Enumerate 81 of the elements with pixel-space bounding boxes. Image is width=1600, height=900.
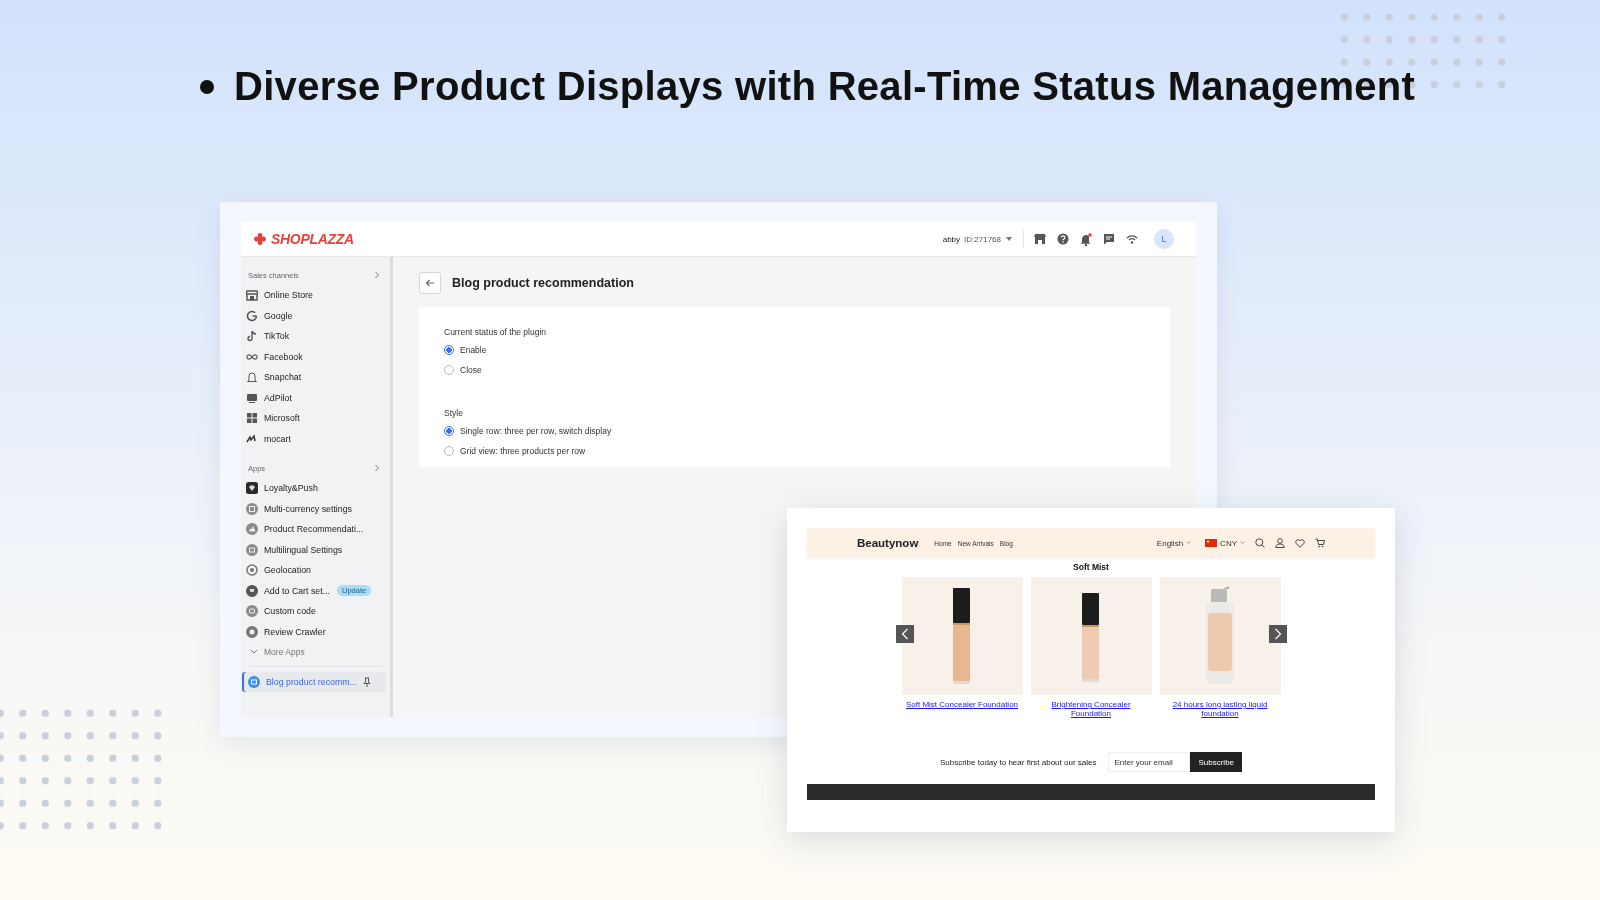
radio-button[interactable] — [444, 426, 454, 436]
field-label: Style — [444, 408, 464, 418]
chat-icon[interactable] — [1103, 233, 1115, 245]
next-button[interactable] — [1269, 625, 1287, 643]
sidebar-item[interactable]: Snapchat — [246, 367, 386, 388]
heart-icon[interactable] — [1295, 538, 1305, 548]
app-icon — [246, 289, 258, 302]
store-icon[interactable] — [1034, 233, 1046, 245]
sidebar-item[interactable]: Facebook — [246, 346, 386, 367]
chevron-down-icon — [1186, 541, 1192, 545]
previous-button[interactable] — [896, 625, 914, 643]
sidebar-item[interactable]: Microsoft — [246, 408, 386, 429]
sidebar-item[interactable]: Google — [246, 305, 386, 326]
product-link[interactable]: Brightening Concealer Foundation — [1030, 700, 1152, 719]
sidebar-item[interactable]: Review Crawler — [246, 621, 386, 642]
chevron-down-icon — [250, 649, 258, 655]
sidebar-item[interactable]: mocart — [246, 428, 386, 449]
app-icon — [246, 371, 258, 384]
radio-button[interactable] — [444, 345, 454, 355]
field-label: Current status of the plugin — [444, 327, 548, 337]
email-field[interactable]: Enter your email — [1108, 752, 1191, 773]
sidebar-item[interactable]: Online Store — [246, 285, 386, 306]
app-icon — [248, 676, 260, 688]
app-icon — [246, 543, 258, 556]
app-icon — [246, 605, 258, 618]
sidebar-item[interactable]: Blog product recomm... — [242, 672, 386, 692]
app-icon — [246, 309, 258, 322]
sidebar-item[interactable]: Multilingual Settings — [246, 539, 386, 560]
user-avatar[interactable]: L — [1154, 229, 1174, 249]
chevron-left-icon — [901, 628, 909, 640]
app-icon — [246, 432, 258, 445]
radio-option[interactable]: Grid view: three products per row — [444, 441, 1145, 461]
radio-button[interactable] — [444, 446, 454, 456]
arrow-left-icon — [425, 279, 435, 287]
product-link[interactable]: Soft Mist Concealer Foundation — [905, 700, 1019, 710]
app-icon — [246, 330, 258, 343]
radio-option[interactable]: Single row: three per row, switch display — [444, 421, 1145, 441]
app-icon — [246, 625, 258, 638]
store-logo[interactable]: Beautynow — [857, 537, 919, 549]
radio-button[interactable] — [444, 365, 454, 375]
app-icon — [246, 564, 258, 577]
pin-icon[interactable] — [362, 677, 371, 687]
account-switcher[interactable]: abby ID:271768 — [942, 234, 1013, 244]
more-apps-toggle[interactable]: More Apps — [246, 642, 386, 662]
back-button[interactable] — [419, 272, 441, 294]
sidebar-item[interactable]: TikTok — [246, 326, 386, 347]
app-icon — [246, 412, 258, 425]
notification-bell-icon[interactable] — [1080, 232, 1092, 246]
search-icon[interactable] — [1255, 538, 1265, 548]
sidebar-item[interactable]: Custom code — [246, 601, 386, 622]
app-icon — [246, 523, 258, 536]
cart-icon[interactable] — [1315, 538, 1325, 548]
chevron-right-icon — [1274, 628, 1282, 640]
sidebar-item[interactable]: Product Recommendati... — [246, 519, 386, 540]
app-icon — [246, 584, 258, 597]
page-title: Blog product recommendation — [452, 276, 634, 290]
subscribe-text: Subscribe today to hear first about our sales — [939, 757, 1097, 767]
app-icon — [246, 391, 258, 404]
help-icon[interactable] — [1057, 233, 1069, 245]
slide-title: Diverse Product Displays with Real-Time Status Management — [234, 64, 1416, 109]
chevron-down-icon — [1240, 541, 1245, 545]
caret-down-icon — [1005, 236, 1013, 242]
wifi-icon[interactable] — [1126, 233, 1138, 245]
app-icon — [246, 482, 258, 495]
sidebar-item[interactable]: Loyalty&Push — [246, 478, 386, 499]
brand-logo: SHOPLAZZA — [271, 231, 354, 247]
sidebar-item[interactable]: AdPilot — [246, 387, 386, 408]
radio-option[interactable]: Close — [444, 360, 1145, 380]
sidebar-item[interactable]: Geolocation — [246, 560, 386, 581]
radio-option[interactable]: Enable — [444, 340, 1145, 360]
section-title: Soft Mist — [1072, 562, 1110, 572]
product-link[interactable]: 24 hours long lasting liquid foundation — [1159, 700, 1281, 719]
sidebar-item[interactable]: Multi-currency settings — [246, 498, 386, 519]
subscribe-button[interactable]: Subscribe — [1190, 752, 1243, 773]
bullet-icon — [200, 79, 214, 94]
language-selector[interactable]: English — [1156, 538, 1192, 548]
flower-logo-icon — [253, 232, 267, 246]
app-icon — [246, 502, 258, 515]
currency-selector[interactable]: CNY — [1205, 538, 1245, 548]
flag-icon — [1205, 539, 1218, 547]
user-icon[interactable] — [1275, 538, 1285, 548]
